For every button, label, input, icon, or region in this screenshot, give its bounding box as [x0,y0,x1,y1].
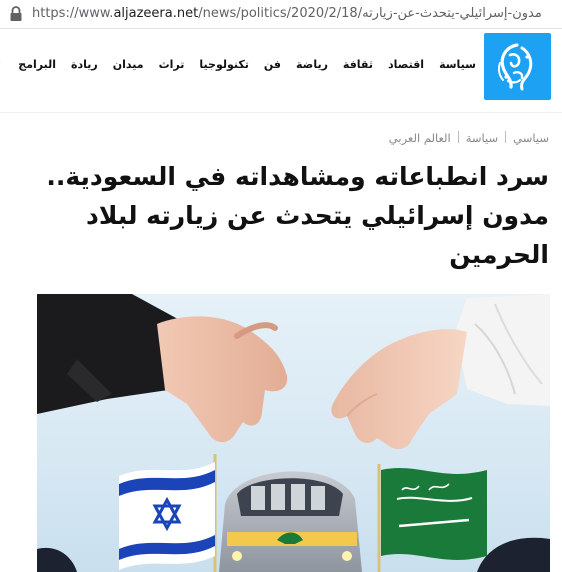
breadcrumb-item-arab-world[interactable]: العالم العربي [389,131,451,145]
nav-item-politics[interactable]: سياسة [439,58,476,71]
breadcrumb-separator [457,131,459,143]
url-text[interactable]: https://www.aljazeera.net/news/politics/… [32,6,542,21]
article-hero-image [37,294,550,572]
breadcrumb-item-political[interactable]: سياسي [513,131,549,145]
breadcrumb: سياسي سياسة العالم العربي [389,131,549,145]
nav-item-programs-label: البرامج [18,58,57,71]
nav-item-economy[interactable]: اقتصاد [388,58,424,71]
article-title: سرد انطباعاته ومشاهداته في السعودية.. مد… [46,162,549,269]
breadcrumb-item-politics[interactable]: سياسة [466,131,498,145]
main-nav: سياسة اقتصاد ثقافة رياضة فن تكنولوجيا تراث ميدا… [0,58,476,80]
nav-item-midan[interactable]: ميدان [113,58,144,71]
header-divider [0,112,562,113]
nav-item-programs[interactable]: البرامج▾ [0,58,56,71]
nav-item-culture[interactable]: ثقافة [343,58,373,71]
nav-item-art[interactable]: فن [264,58,281,71]
breadcrumb-separator [505,131,507,143]
address-bar[interactable]: https://www.aljazeera.net/news/politics/… [0,0,562,29]
nav-item-entrepreneurship[interactable]: ريادة [71,58,98,71]
nav-item-sports[interactable]: رياضة [296,58,328,71]
aljazeera-logo-icon[interactable] [484,33,551,100]
lock-icon[interactable] [9,6,23,22]
nav-item-heritage[interactable]: تراث [159,58,185,71]
nav-item-technology[interactable]: تكنولوجيا [199,58,249,71]
